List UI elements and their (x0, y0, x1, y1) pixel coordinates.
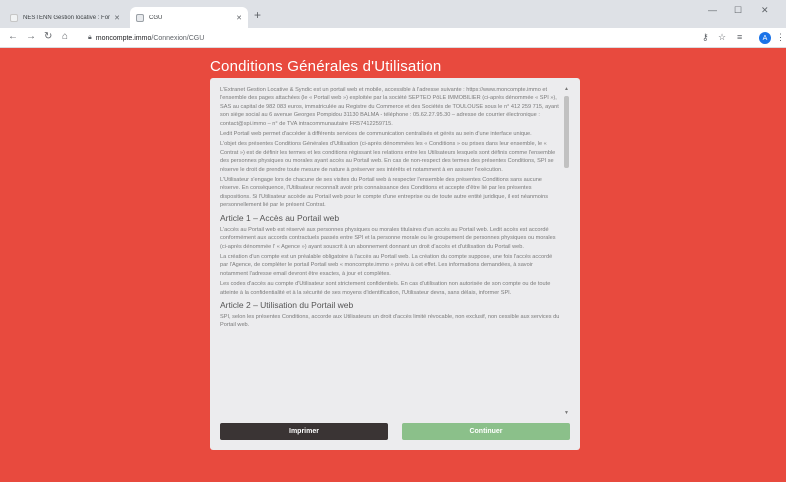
url-field[interactable]: 🔒︎ moncompte.immo/Connexion/CGU (88, 31, 688, 45)
terms-paragraph: Les codes d'accès au compte d'Utilisateu… (220, 281, 551, 296)
terms-text[interactable]: L'Extranet Gestion Locative & Syndic est… (220, 86, 560, 412)
page-title: Conditions Générales d'Utilisation (210, 58, 442, 75)
terms-scrollbar[interactable]: ▲ ▼ (563, 86, 570, 416)
scroll-up-icon[interactable]: ▲ (563, 86, 570, 92)
home-icon[interactable]: ⌂ (62, 31, 68, 43)
terms-paragraph: L'objet des présentes Conditions Général… (220, 141, 556, 173)
continue-button[interactable]: Continuer (402, 423, 570, 440)
scrollbar-thumb[interactable] (564, 96, 569, 168)
url-domain: moncompte.immo (95, 34, 152, 42)
terms-paragraph: L'Extranet Gestion Locative & Syndic est… (220, 87, 559, 127)
page-background: Conditions Générales d'Utilisation L'Ext… (0, 48, 786, 482)
forward-icon[interactable]: → (26, 31, 36, 43)
article-heading: Article 2 – Utilisation du Portail web (220, 299, 354, 310)
terms-paragraph: La création d'un compte est un préalable… (220, 253, 553, 277)
menu-icon[interactable]: ⋮ (776, 31, 785, 43)
new-tab-icon[interactable]: + (254, 9, 261, 21)
terms-paragraph: Ledit Portail web permet d'accéder à dif… (220, 131, 532, 138)
terms-paragraph: L'Utilisateur s'engage lors de chacune d… (220, 177, 549, 209)
close-icon[interactable]: ✕ (114, 14, 120, 22)
reload-icon[interactable]: ↻ (44, 31, 52, 43)
print-button[interactable]: Imprimer (220, 423, 388, 440)
browser-tab-nestenn[interactable]: NESTENN Gestion locative : Fonc ✕ (4, 7, 126, 28)
back-icon[interactable]: ← (8, 31, 18, 43)
star-icon[interactable]: ☆ (718, 31, 726, 43)
tab-title: NESTENN Gestion locative : Fonc (23, 14, 111, 21)
profile-avatar[interactable]: A (759, 32, 771, 44)
address-bar: ← → ↻ ⌂ 🔒︎ moncompte.immo/Connexion/CGU … (0, 28, 786, 48)
key-icon[interactable]: ⚷ (702, 31, 709, 43)
terms-paragraph: L'accès au Portail web est réservé aux p… (220, 226, 556, 250)
minimize-icon[interactable]: — (708, 5, 717, 15)
browser-tab-strip: NESTENN Gestion locative : Fonc ✕ CGU ✕ … (0, 0, 786, 28)
document-icon (136, 13, 144, 22)
tab-title: CGU (149, 14, 163, 21)
lock-icon[interactable]: 🔒︎ (88, 34, 92, 42)
scroll-down-icon[interactable]: ▼ (563, 410, 570, 416)
maximize-icon[interactable]: ☐ (734, 5, 742, 16)
terms-paragraph: SPI, selon les présentes Conditions, acc… (220, 313, 560, 329)
browser-tab-cgu[interactable]: CGU ✕ (130, 7, 248, 28)
article-heading: Article 1 – Accès au Portail web (220, 212, 340, 223)
page-icon (10, 13, 18, 22)
url-path: /Connexion/CGU (151, 34, 205, 42)
terms-card: L'Extranet Gestion Locative & Syndic est… (210, 78, 580, 450)
close-icon[interactable]: ✕ (236, 14, 242, 22)
window-close-icon[interactable]: ✕ (761, 5, 769, 16)
reading-list-icon[interactable]: ≡ (737, 31, 742, 43)
